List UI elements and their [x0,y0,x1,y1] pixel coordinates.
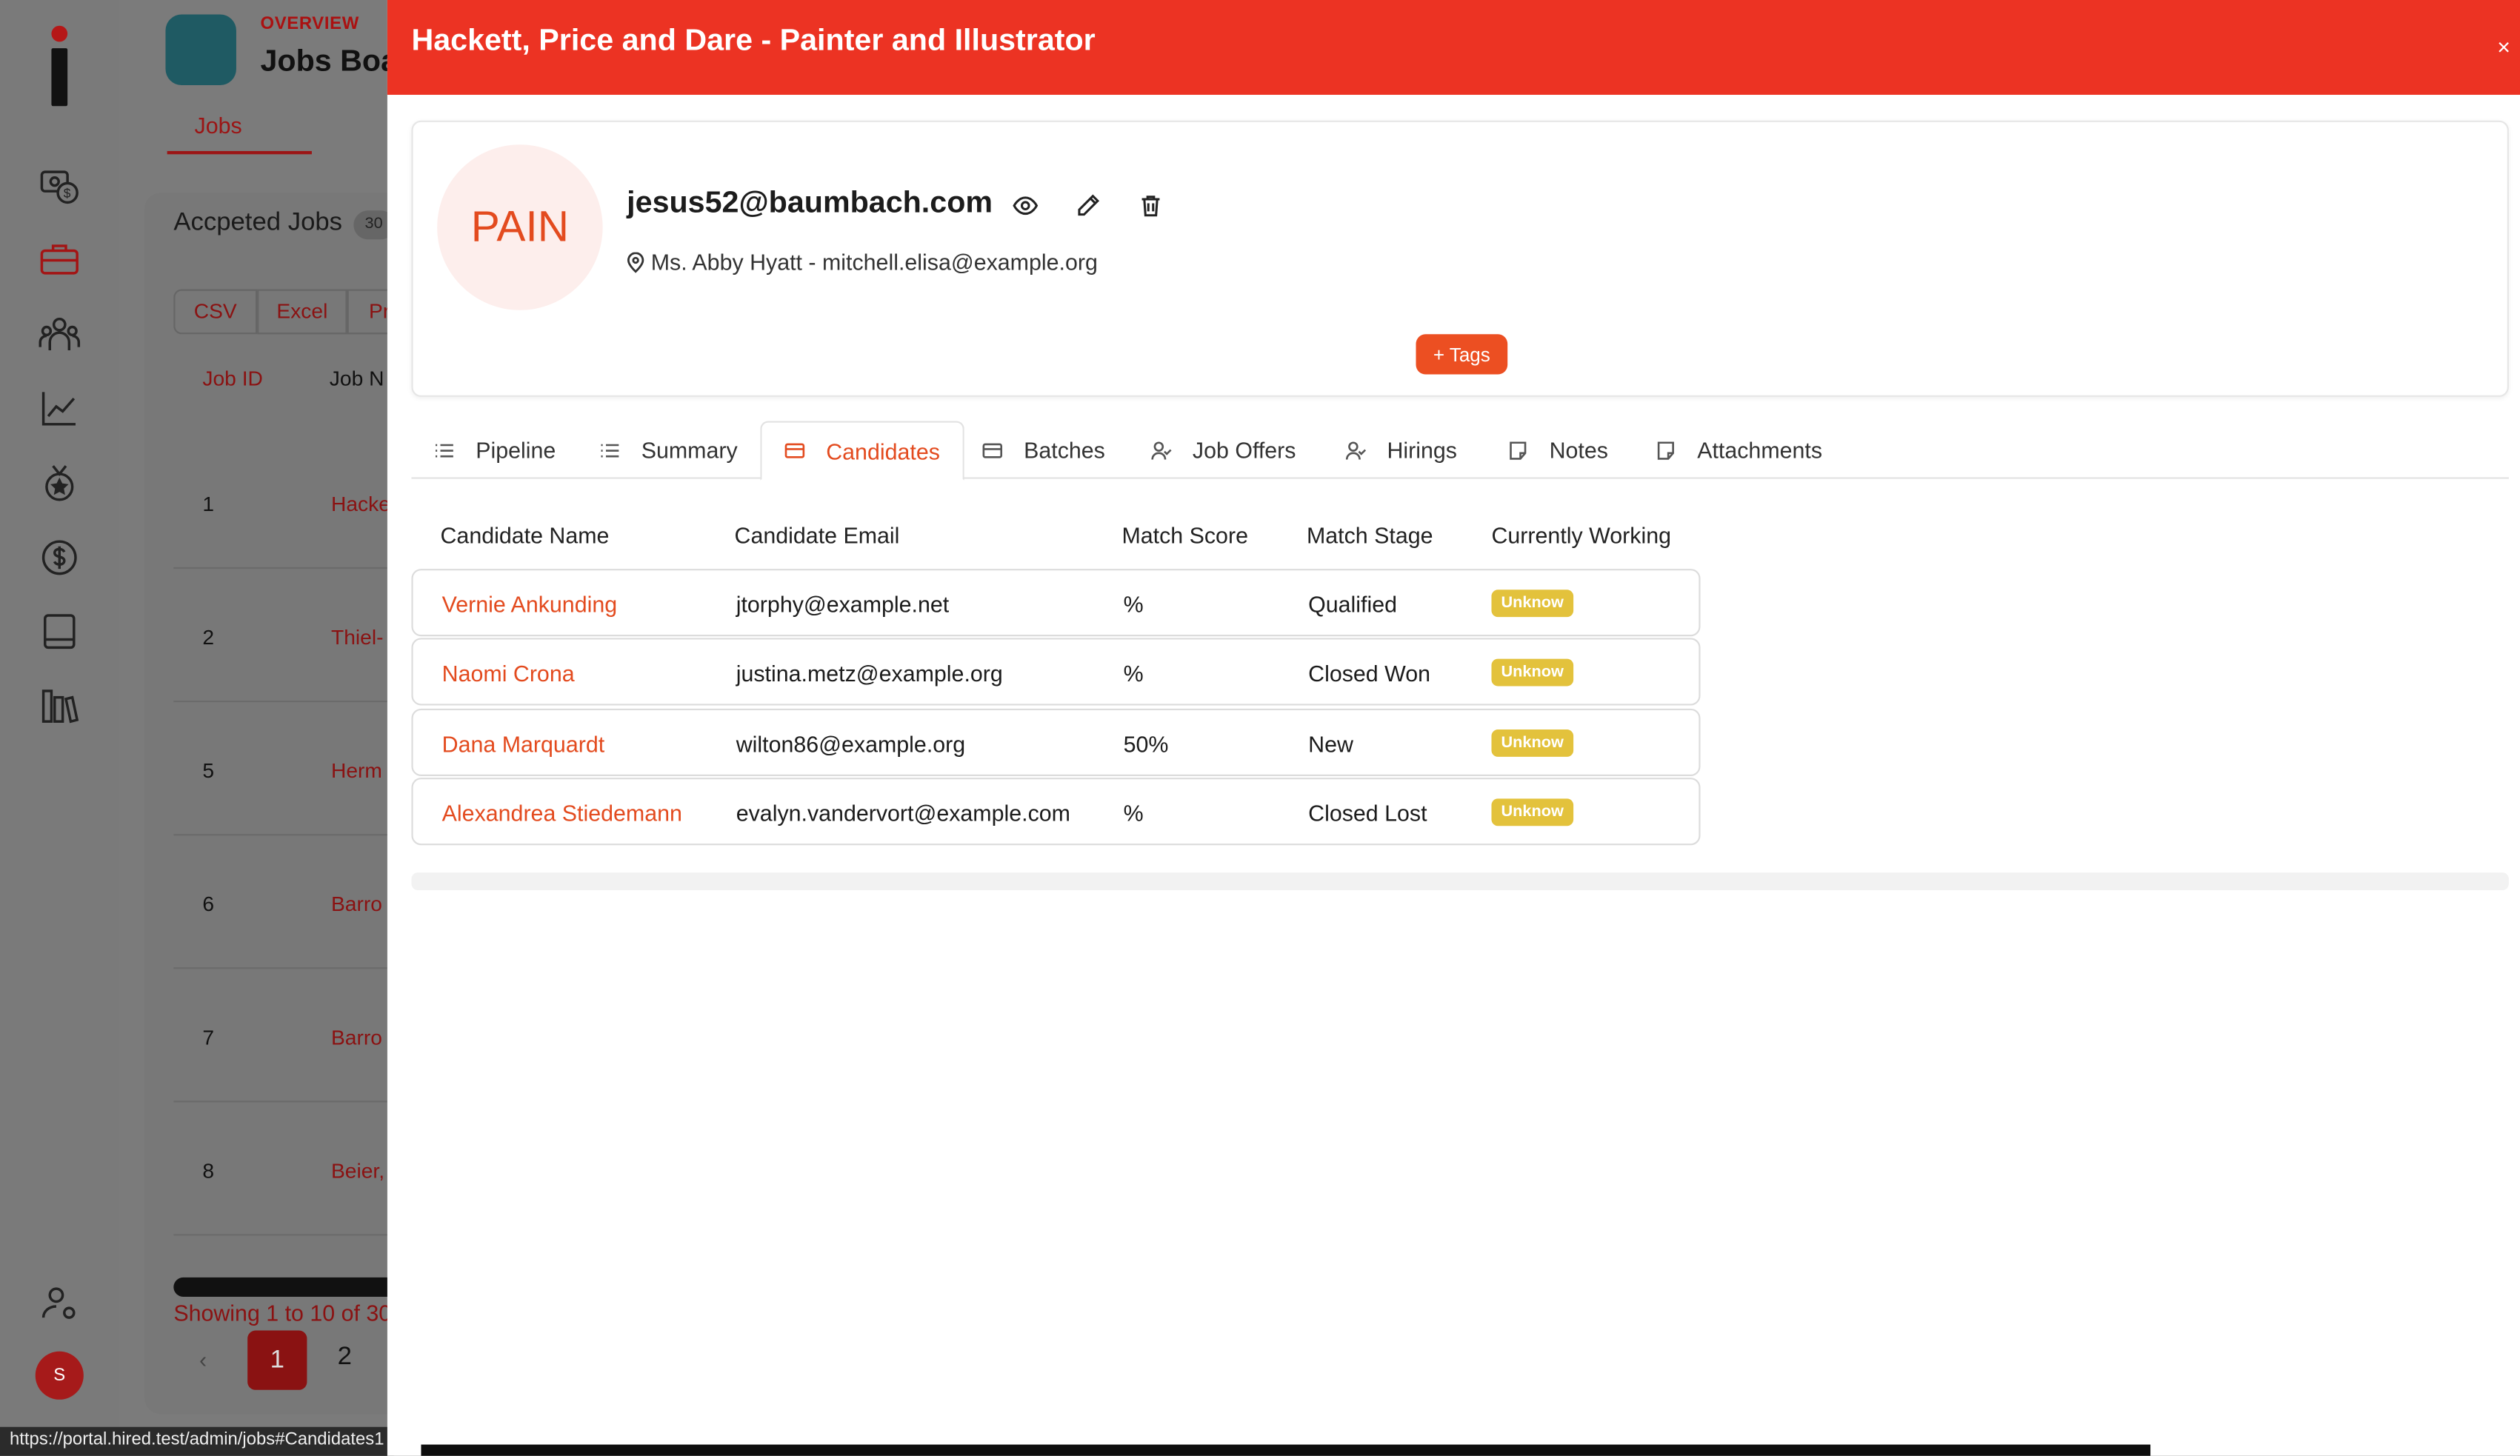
match-score: % [1123,800,1144,826]
status-badge: Unknow [1491,658,1573,687]
card-title: Accpeted Jobs [173,209,343,236]
candidate-name-link[interactable]: Alexandrea Stiedemann [442,801,682,826]
modal-header: Hackett, Price and Dare - Painter and Il… [387,0,2520,96]
match-score: % [1123,591,1144,618]
modal-title: Hackett, Price and Dare - Painter and Il… [411,24,1096,59]
table-row: Vernie Ankunding jtorphy@example.net % Q… [411,569,1701,637]
table-row: 2 Thiel- [173,569,399,703]
match-score: 50% [1123,731,1169,757]
candidate-email: jtorphy@example.net [736,591,950,618]
table-row: 8 Beier, [173,1102,399,1236]
table-row: 5 Herm [173,702,399,836]
col-candidate-email[interactable]: Candidate Email [735,522,900,548]
svg-text:$: $ [64,186,71,201]
overview-icon [165,14,236,85]
book-icon[interactable] [36,607,84,655]
match-stage: Closed Lost [1308,800,1427,826]
users-icon[interactable] [36,310,84,358]
tab-notes[interactable]: Notes [1485,421,1631,478]
app-logo [50,25,69,107]
col-job-id[interactable]: Job ID [202,367,263,391]
dollar-icon[interactable] [36,533,84,581]
trash-icon[interactable] [1138,193,1164,218]
col-match-score[interactable]: Match Score [1121,522,1248,548]
table-row: Dana Marquardt wilton86@example.org 50% … [411,708,1701,776]
table-row: Naomi Crona justina.metz@example.org % C… [411,638,1701,706]
horizontal-scrollbar[interactable] [173,1277,399,1297]
candidate-name-link[interactable]: Dana Marquardt [442,731,605,757]
status-badge: Unknow [1491,798,1573,826]
tab-jobs-underline [167,150,312,155]
briefcase-icon[interactable] [36,235,84,283]
status-badge: Unknow [1491,729,1573,757]
candidate-name-link[interactable]: Naomi Crona [442,661,575,687]
library-icon[interactable] [36,681,84,729]
pagination-page-1[interactable]: 1 [247,1330,307,1390]
col-candidate-name[interactable]: Candidate Name [440,522,609,548]
showing-text: Showing 1 to 10 of 30 [173,1300,392,1326]
location-icon [627,252,644,273]
app-root: $ S OVERVIEW Jobs Boa Jobs Accpeted Jobs… [0,0,2520,1456]
match-stage: Closed Won [1308,660,1431,687]
list-icon [601,443,619,457]
job-detail-modal: Hackett, Price and Dare - Painter and Il… [387,0,2520,1456]
overview-label: OVERVIEW [260,14,359,34]
user-settings-icon[interactable] [36,1279,84,1327]
medal-icon[interactable] [36,460,84,508]
jobs-board-page: OVERVIEW Jobs Boa Jobs Accpeted Jobs 30 … [119,0,419,1456]
user-check-icon [1151,441,1172,459]
pagination-prev[interactable]: ‹ [199,1346,207,1372]
note-icon [1510,441,1527,459]
sidebar: $ S [0,0,119,1456]
candidate-email: evalyn.vandervort@example.com [736,800,1070,826]
table-row: 6 Barro [173,835,399,969]
col-job-name[interactable]: Job N [330,367,384,391]
table-row: 1 Hacke [173,435,399,570]
tab-jobs[interactable]: Jobs [195,113,242,138]
modal-tabs: Pipeline Summary Candidates Batches Job … [411,421,2509,481]
col-currently-working[interactable]: Currently Working [1491,522,1671,548]
cash-icon[interactable]: $ [36,161,84,209]
status-badge: Unknow [1491,590,1573,618]
close-button[interactable]: × [2497,34,2510,60]
profile-contact: Ms. Abby Hyatt - mitchell.elisa@example.… [627,249,1098,275]
table-row: 7 Barro [173,969,399,1103]
profile-card: PAIN jesus52@baumbach.com Ms. Abby Hyatt… [411,120,2509,397]
company-avatar: PAIN [437,144,603,310]
tab-hirings[interactable]: Hirings [1323,421,1480,478]
tab-job-offers[interactable]: Job Offers [1128,421,1319,478]
page-horizontal-scrollbar[interactable] [421,1444,2151,1456]
page-title: Jobs Boa [260,44,399,79]
candidate-email: justina.metz@example.org [736,660,1003,687]
csv-button[interactable]: CSV [173,289,258,335]
tab-summary[interactable]: Summary [577,421,760,478]
avatar[interactable]: S [35,1351,84,1400]
tab-batches[interactable]: Batches [959,421,1127,478]
candidate-email: wilton86@example.org [736,731,966,757]
list-icon [435,443,453,457]
edit-icon[interactable] [1076,193,1101,218]
col-match-stage[interactable]: Match Stage [1307,522,1433,548]
add-tags-button[interactable]: + Tags [1416,334,1508,375]
eye-icon[interactable] [1013,193,1039,218]
card-icon [982,442,1003,458]
match-stage: New [1308,731,1353,757]
excel-button[interactable]: Excel [257,289,347,335]
tab-candidates[interactable]: Candidates [760,421,964,481]
chart-icon[interactable] [36,384,84,433]
table-row: Alexandrea Stiedemann evalyn.vandervort@… [411,778,1701,846]
user-check-icon [1345,441,1367,459]
tab-pipeline[interactable]: Pipeline [411,421,578,478]
match-stage: Qualified [1308,591,1398,618]
status-bar-url: https://portal.hired.test/admin/jobs#Can… [0,1426,394,1456]
card-icon [784,443,805,458]
candidate-name-link[interactable]: Vernie Ankunding [442,591,617,617]
match-score: % [1123,660,1144,687]
attachment-icon [1657,441,1674,459]
table-horizontal-scrollbar[interactable] [411,872,2509,891]
tab-attachments[interactable]: Attachments [1633,421,1844,478]
pagination-page-2[interactable]: 2 [338,1343,352,1372]
profile-email: jesus52@baumbach.com [627,186,993,221]
